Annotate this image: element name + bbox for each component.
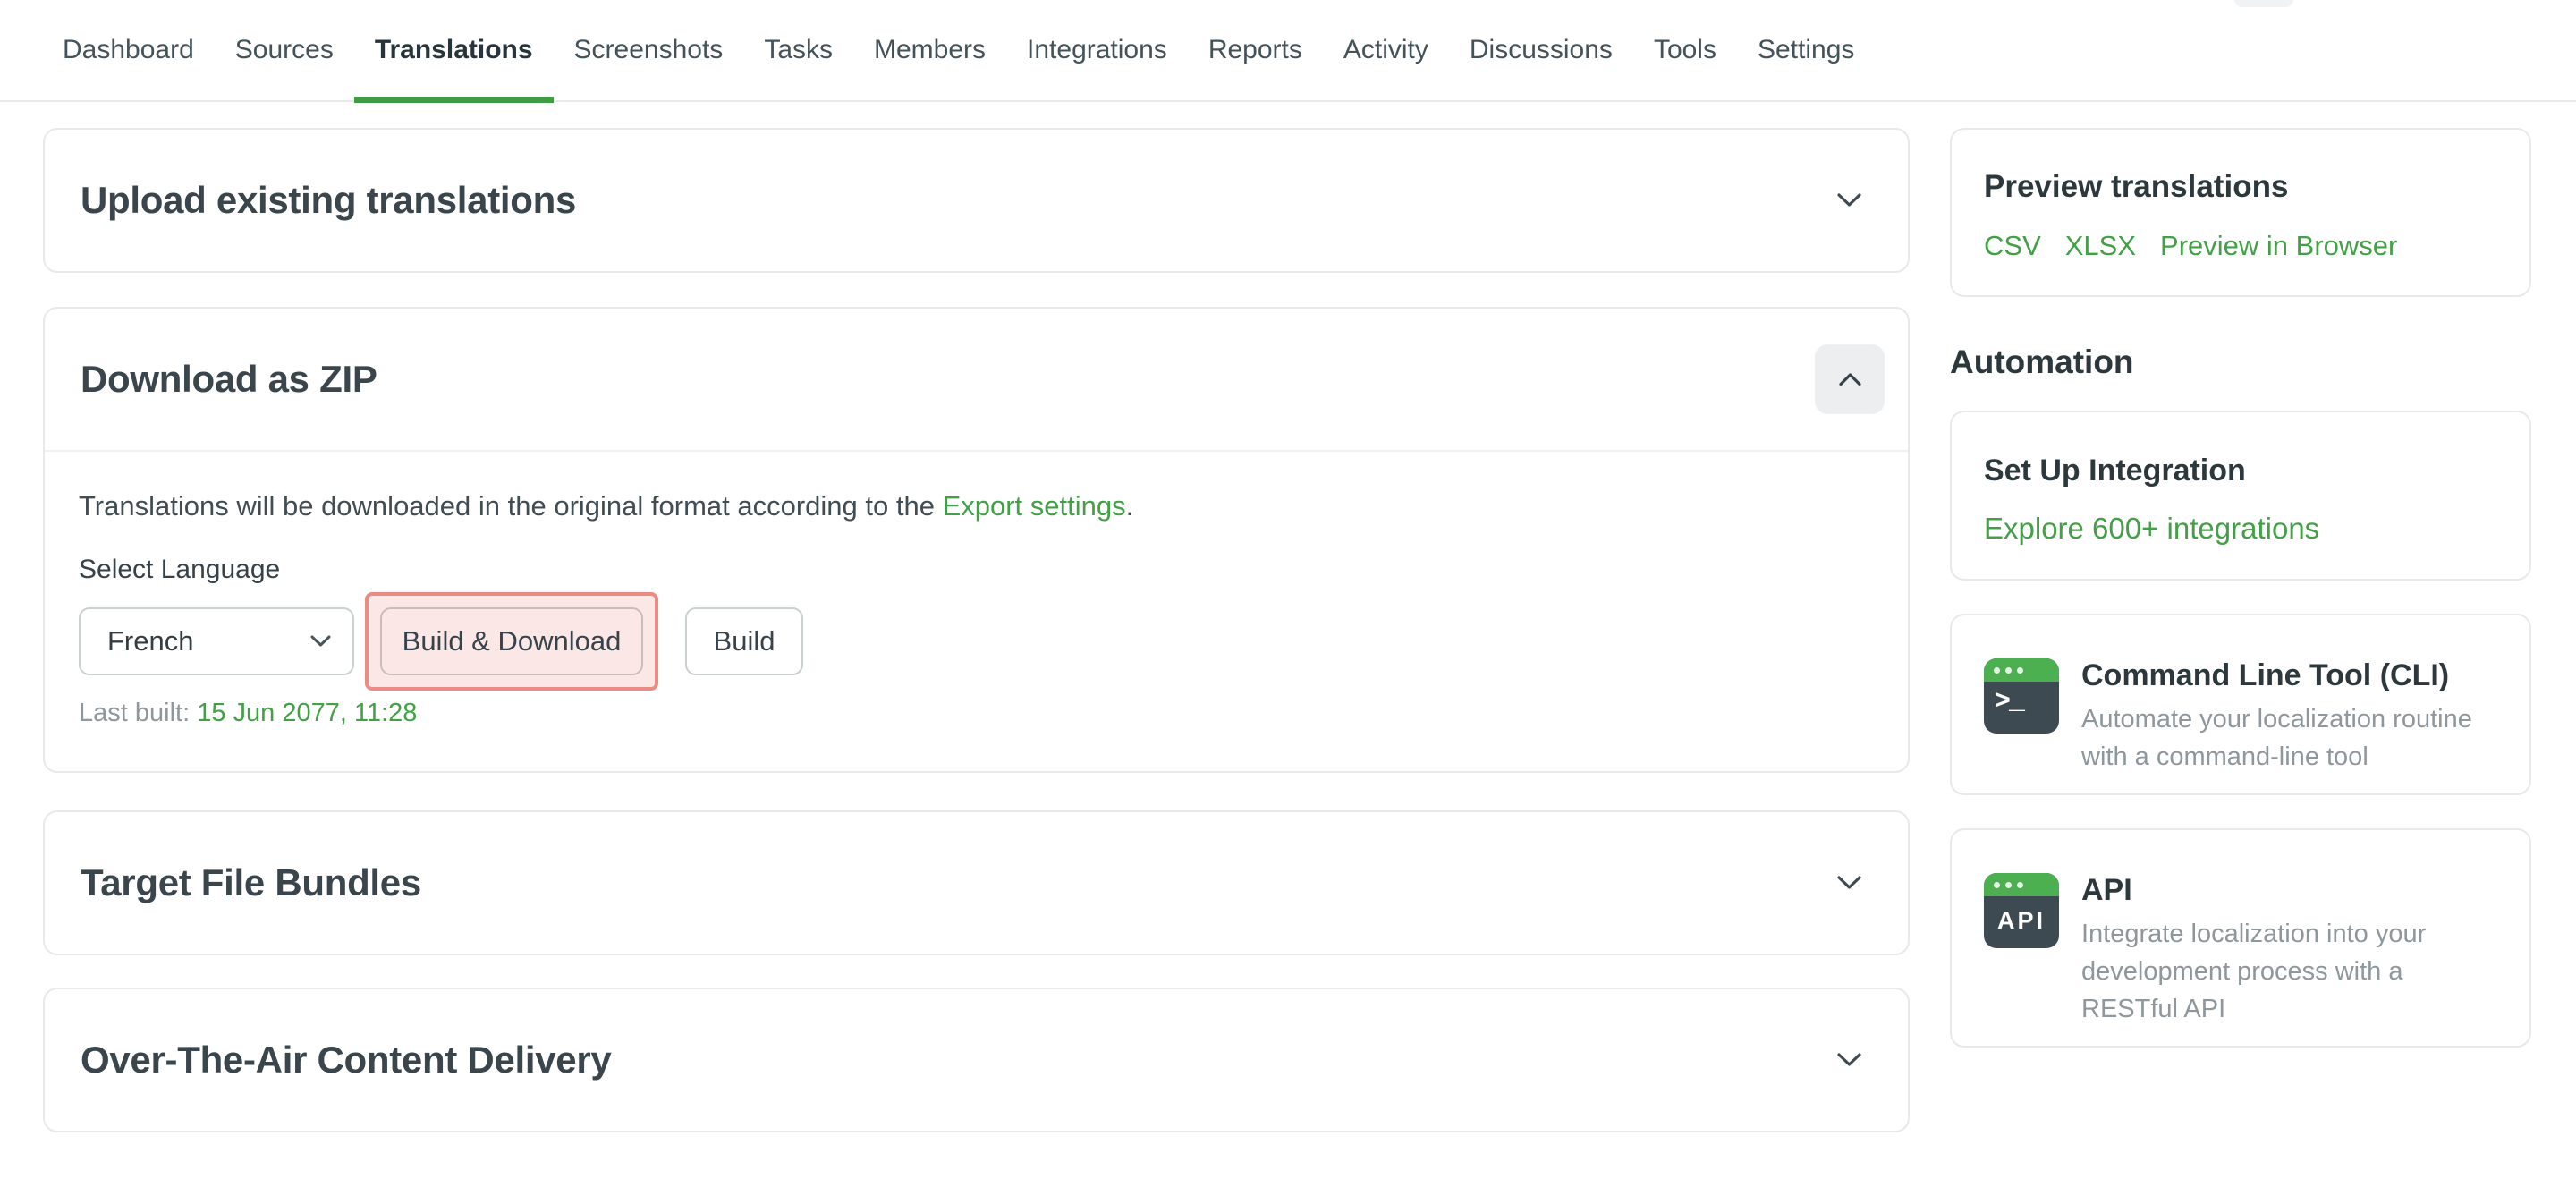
integration-card-title: Set Up Integration (1984, 454, 2497, 488)
api-promo-card[interactable]: API API Integrate localization into your… (1950, 828, 2531, 1048)
download-description: Translations will be downloaded in the o… (79, 490, 1874, 522)
upload-card-title: Upload existing translations (80, 179, 576, 222)
tab-integrations[interactable]: Integrations (1006, 0, 1188, 101)
terminal-dot-icon (1994, 667, 2000, 674)
api-card-description: Integrate localization into your develop… (2081, 915, 2497, 1028)
sidebar: Preview translations CSV XLSX Preview in… (1950, 128, 2531, 1048)
cli-promo-card[interactable]: >_ Command Line Tool (CLI) Automate your… (1950, 614, 2531, 795)
translations-main: Upload existing translations Download as… (43, 128, 1910, 1132)
terminal-dot-icon (2005, 882, 2012, 888)
cli-promo-text: Command Line Tool (CLI) Automate your lo… (2081, 658, 2497, 793)
download-as-zip-card: Download as ZIP Translations will be dow… (43, 307, 1910, 773)
preview-links-row: CSV XLSX Preview in Browser (1984, 230, 2497, 262)
download-card-body: Translations will be downloaded in the o… (45, 452, 1908, 771)
tab-tools[interactable]: Tools (1633, 0, 1737, 101)
explore-integrations-link[interactable]: Explore 600+ integrations (1984, 512, 2319, 546)
tab-settings[interactable]: Settings (1737, 0, 1875, 101)
build-and-download-button[interactable]: Build & Download (380, 607, 643, 675)
chevron-down-icon (1837, 193, 1861, 208)
export-settings-link[interactable]: Export settings (943, 490, 1126, 522)
cli-card-description: Automate your localization routine with … (2081, 700, 2497, 776)
tab-members[interactable]: Members (853, 0, 1006, 101)
chevron-down-icon (310, 635, 331, 648)
last-built-label: Last built: (79, 699, 197, 727)
terminal-dot-icon (2017, 667, 2023, 674)
description-period: . (1126, 490, 1134, 522)
tab-tasks[interactable]: Tasks (743, 0, 853, 101)
terminal-icon: >_ (1984, 658, 2059, 734)
preview-in-browser-link[interactable]: Preview in Browser (2160, 230, 2397, 262)
ota-content-delivery-card[interactable]: Over-The-Air Content Delivery (43, 988, 1910, 1132)
api-icon-titlebar (1984, 873, 2059, 896)
terminal-prompt-glyph: >_ (1984, 682, 2059, 717)
tab-reports[interactable]: Reports (1188, 0, 1323, 101)
csv-link[interactable]: CSV (1984, 230, 2041, 262)
tab-discussions[interactable]: Discussions (1449, 0, 1633, 101)
preview-card-title: Preview translations (1984, 169, 2497, 205)
select-language-label: Select Language (79, 555, 1874, 585)
download-card-title: Download as ZIP (80, 358, 377, 401)
api-card-title: API (2081, 873, 2497, 908)
language-select-value: French (107, 625, 193, 657)
preview-translations-card: Preview translations CSV XLSX Preview in… (1950, 128, 2531, 297)
cli-card-title: Command Line Tool (CLI) (2081, 658, 2497, 693)
api-icon-label: API (1984, 896, 2059, 935)
target-file-bundles-card[interactable]: Target File Bundles (43, 810, 1910, 955)
terminal-dot-icon (2017, 882, 2023, 888)
chevron-down-icon (1837, 1053, 1861, 1067)
tab-translations[interactable]: Translations (354, 0, 554, 101)
build-controls-row: French Build & Download Build (79, 592, 1874, 691)
bundles-card-title: Target File Bundles (80, 861, 421, 904)
api-promo-text: API Integrate localization into your dev… (2081, 873, 2497, 1046)
download-card-header: Download as ZIP (45, 309, 1908, 450)
tab-dashboard[interactable]: Dashboard (42, 0, 215, 101)
chevron-up-icon (1839, 373, 1861, 386)
cutoff-toolbar-element (2234, 0, 2293, 7)
xlsx-link[interactable]: XLSX (2065, 230, 2136, 262)
tab-screenshots[interactable]: Screenshots (554, 0, 744, 101)
last-built-value: 15 Jun 2077, 11:28 (197, 699, 417, 727)
highlight-annotation-box: Build & Download (365, 592, 658, 691)
collapse-button[interactable] (1815, 344, 1885, 414)
upload-existing-translations-card[interactable]: Upload existing translations (43, 128, 1910, 273)
api-icon: API (1984, 873, 2059, 948)
project-nav: Dashboard Sources Translations Screensho… (0, 0, 2576, 102)
terminal-icon-titlebar (1984, 658, 2059, 682)
description-text: Translations will be downloaded in the o… (79, 490, 943, 522)
last-built-status: Last built: 15 Jun 2077, 11:28 (79, 699, 1874, 728)
terminal-dot-icon (2005, 667, 2012, 674)
language-select[interactable]: French (79, 607, 354, 675)
terminal-dot-icon (1994, 882, 2000, 888)
automation-heading: Automation (1950, 344, 2531, 381)
chevron-down-icon (1837, 876, 1861, 890)
ota-card-title: Over-The-Air Content Delivery (80, 1039, 611, 1081)
set-up-integration-card: Set Up Integration Explore 600+ integrat… (1950, 411, 2531, 581)
tab-sources[interactable]: Sources (215, 0, 354, 101)
build-button[interactable]: Build (685, 607, 803, 675)
tab-activity[interactable]: Activity (1323, 0, 1449, 101)
